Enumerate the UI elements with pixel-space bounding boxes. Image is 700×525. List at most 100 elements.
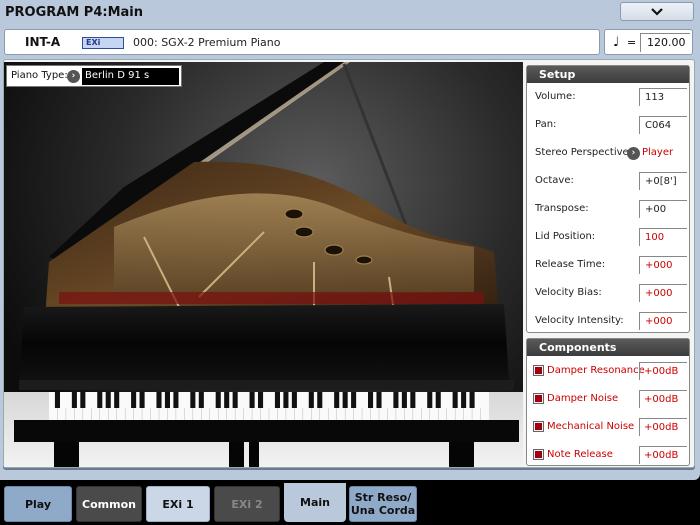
tab-exi-1[interactable]: EXi 1	[146, 486, 210, 522]
tab-exi-2[interactable]: EXi 2	[214, 486, 280, 522]
setup-value-field[interactable]: +000	[639, 284, 687, 302]
setup-row-label: Transpose:	[535, 203, 589, 214]
setup-row: Release Time: +000	[535, 255, 689, 275]
piano-case	[19, 304, 509, 382]
setup-value-field[interactable]: 100	[639, 228, 687, 246]
quarter-note-icon: ♩	[613, 35, 620, 50]
page-menu-button[interactable]	[620, 2, 694, 21]
page-title: PROGRAM P4:Main	[5, 5, 143, 20]
black-key	[80, 392, 86, 408]
piano-type-value[interactable]: Berlin D 91 s	[82, 68, 179, 85]
tab-common[interactable]: Common	[76, 486, 142, 522]
piano-image	[4, 62, 523, 467]
setup-value-field[interactable]: 113	[639, 88, 687, 106]
black-key	[198, 392, 204, 408]
window-frame: PROGRAM P4:Main INT-A EXi 000: SGX-2 Pre…	[0, 0, 700, 480]
chevron-down-icon	[651, 7, 663, 16]
setup-row: Volume: 113	[535, 87, 689, 107]
tab-main[interactable]: Main	[284, 483, 346, 522]
black-key	[376, 392, 382, 408]
black-key	[215, 392, 221, 408]
component-row: Damper Resonance +00dB	[533, 361, 689, 381]
popup-arrow-icon[interactable]: ›	[627, 147, 640, 160]
pedal-lyre-2	[249, 442, 259, 467]
setup-row-label: Velocity Intensity:	[535, 315, 624, 326]
black-key	[173, 392, 179, 408]
pedal-lyre	[229, 442, 244, 467]
setup-row-label: Octave:	[535, 175, 574, 186]
setup-row-label: Stereo Perspective:	[535, 147, 633, 158]
tab-play[interactable]: Play	[4, 486, 72, 522]
components-section: Components Damper Resonance +00dB Damper N…	[526, 338, 690, 466]
component-checkbox[interactable]	[533, 393, 544, 404]
black-key	[461, 392, 467, 408]
component-label: Damper Resonance	[547, 365, 645, 376]
setup-section: Setup Volume: 113 Pan: C064 Stereo Perspecti…	[526, 65, 690, 333]
component-checkbox[interactable]	[533, 421, 544, 432]
component-row: Note Release +00dB	[533, 445, 689, 465]
program-bank: INT-A	[25, 35, 61, 49]
stereo-perspective-value[interactable]: Player	[642, 147, 673, 158]
setup-value-field[interactable]: +0[8']	[639, 172, 687, 190]
component-level-field[interactable]: +00dB	[639, 418, 687, 436]
component-checkbox[interactable]	[533, 365, 544, 376]
piano-leg-left	[54, 442, 79, 467]
black-key	[435, 392, 441, 408]
tempo-equals: =	[627, 36, 637, 49]
black-key	[232, 392, 238, 408]
setup-value-field[interactable]: +000	[639, 256, 687, 274]
tab-str-reso-una-corda[interactable]: Str Reso/ Una Corda	[349, 486, 417, 522]
black-key	[139, 392, 145, 408]
setup-value-field[interactable]: +00	[639, 200, 687, 218]
setup-row: Stereo Perspective: › Player	[535, 143, 689, 163]
component-level-field[interactable]: +00dB	[639, 362, 687, 380]
black-key	[469, 392, 475, 408]
setup-row-label: Volume:	[535, 91, 576, 102]
component-level-field[interactable]: +00dB	[639, 390, 687, 408]
black-key	[54, 392, 60, 408]
setup-header: Setup	[527, 66, 689, 83]
dampers	[59, 292, 484, 304]
black-key	[291, 392, 297, 408]
black-key	[71, 392, 77, 408]
setup-row: Lid Position: 100	[535, 227, 689, 247]
setup-row: Velocity Intensity: +000	[535, 311, 689, 331]
piano-type-label: Piano Type:	[11, 70, 68, 81]
black-key	[368, 392, 374, 408]
black-key	[114, 392, 120, 408]
exi-badge: EXi	[82, 37, 124, 49]
black-key	[351, 392, 357, 408]
key-cheek	[19, 380, 514, 390]
black-key	[190, 392, 196, 408]
black-key	[164, 392, 170, 408]
setup-value-field[interactable]: C064	[639, 116, 687, 134]
black-key	[249, 392, 255, 408]
black-key	[105, 392, 111, 408]
black-key	[156, 392, 162, 408]
setup-row-label: Release Time:	[535, 259, 606, 270]
tempo-field[interactable]: 120.00	[640, 33, 690, 52]
piano-type-selector: Piano Type: › Berlin D 91 s	[6, 65, 182, 87]
component-label: Mechanical Noise	[547, 421, 635, 432]
components-header: Components	[527, 339, 689, 356]
popup-arrow-icon[interactable]: ›	[67, 70, 80, 83]
black-key	[410, 392, 416, 408]
program-name: 000: SGX-2 Premium Piano	[133, 36, 281, 49]
program-select-bar[interactable]: INT-A EXi 000: SGX-2 Premium Piano	[4, 29, 600, 55]
component-checkbox[interactable]	[533, 449, 544, 460]
black-key	[393, 392, 399, 408]
page-tabs: Play Common EXi 1 EXi 2 Main Str Reso/ Una Co…	[0, 483, 700, 525]
setup-row: Octave: +0[8']	[535, 171, 689, 191]
component-label: Note Release	[547, 449, 613, 460]
black-key	[334, 392, 340, 408]
black-key	[317, 392, 323, 408]
setup-row: Transpose: +00	[535, 199, 689, 219]
black-key	[342, 392, 348, 408]
setup-value-field[interactable]: +000	[639, 312, 687, 330]
black-key	[401, 392, 407, 408]
black-key	[97, 392, 103, 408]
black-key	[308, 392, 314, 408]
component-level-field[interactable]: +00dB	[639, 446, 687, 464]
black-key	[131, 392, 137, 408]
setup-row-label: Lid Position:	[535, 231, 596, 242]
